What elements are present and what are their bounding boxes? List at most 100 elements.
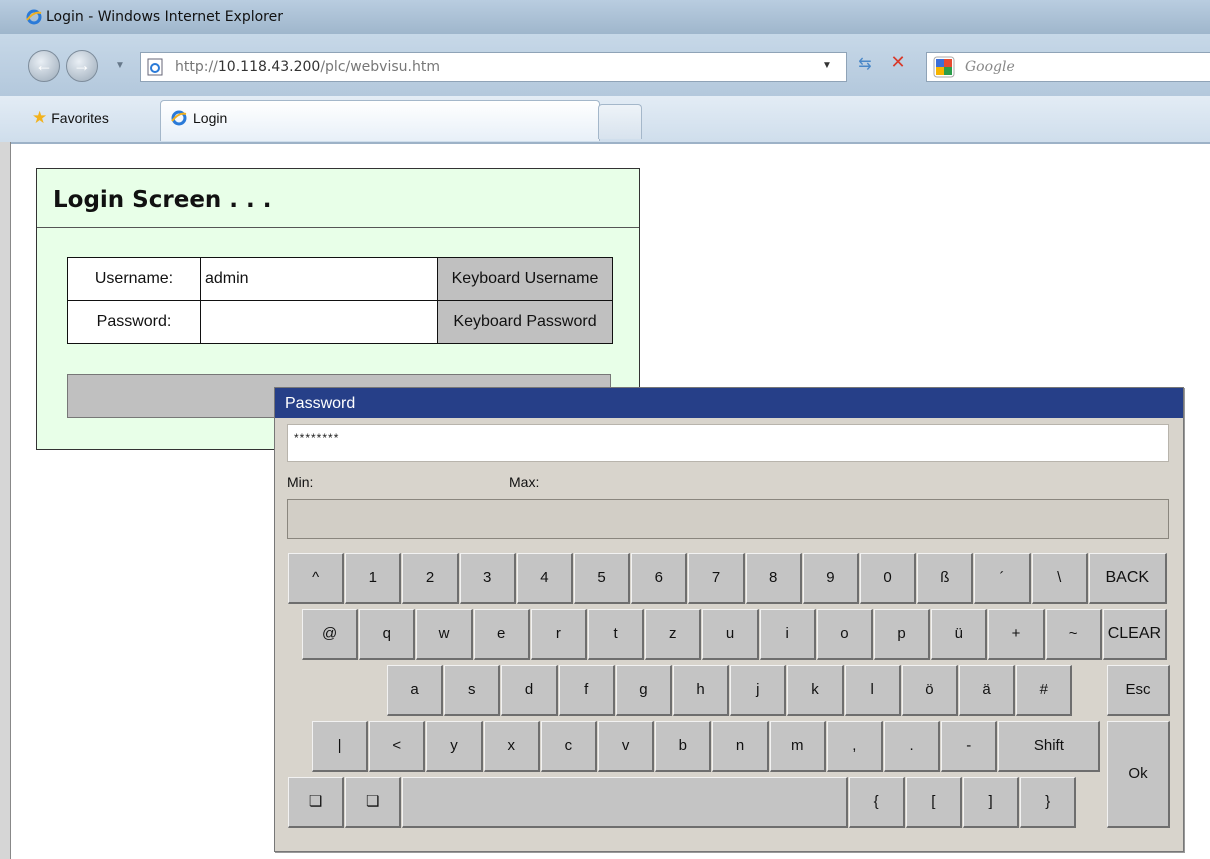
key-g[interactable]: g (615, 665, 672, 716)
key-plus[interactable]: + (988, 609, 1045, 660)
key-ä[interactable]: ä (959, 665, 1016, 716)
keyboard-title: Password (285, 395, 356, 412)
ie-icon (171, 110, 187, 126)
back-button[interactable]: ← (28, 50, 60, 82)
username-field[interactable]: admin (200, 257, 438, 301)
key-back[interactable]: BACK (1088, 553, 1167, 604)
favorites-label: Favorites (51, 110, 109, 126)
window-titlebar: Login - Windows Internet Explorer (0, 0, 1210, 34)
key-bracket-close[interactable]: ] (962, 777, 1020, 828)
key-at[interactable]: @ (302, 609, 359, 660)
key-esc[interactable]: Esc (1107, 665, 1170, 716)
keyboard-input-field[interactable]: ******** (287, 424, 1169, 462)
key-z[interactable]: z (645, 609, 702, 660)
key-6[interactable]: 6 (631, 553, 688, 604)
key-4[interactable]: 4 (516, 553, 573, 604)
key-k[interactable]: k (787, 665, 844, 716)
address-bar[interactable]: http://10.118.43.200/plc/webvisu.htm (140, 52, 847, 82)
key-v[interactable]: v (598, 721, 655, 772)
history-dropdown-icon[interactable]: ▼ (115, 60, 125, 71)
login-title: Login Screen . . . (53, 187, 272, 213)
key-shift[interactable]: Shift (998, 721, 1101, 772)
stop-icon[interactable]: ✕ (886, 52, 910, 78)
key-period[interactable]: . (884, 721, 941, 772)
key-u[interactable]: u (702, 609, 759, 660)
key-b[interactable]: b (655, 721, 712, 772)
key-ü[interactable]: ü (931, 609, 988, 660)
key-e[interactable]: e (473, 609, 530, 660)
credentials-table: Username: admin Keyboard Username Passwo… (67, 257, 613, 344)
key-n[interactable]: n (712, 721, 769, 772)
key-3[interactable]: 3 (459, 553, 516, 604)
key-bracket-open[interactable]: [ (905, 777, 962, 828)
favorites-button[interactable]: ★ Favorites (32, 108, 109, 128)
forward-button[interactable]: → (66, 50, 98, 82)
key-h[interactable]: h (673, 665, 730, 716)
key-0[interactable]: 0 (860, 553, 917, 604)
key-5[interactable]: 5 (574, 553, 631, 604)
key-backslash[interactable]: \ (1031, 553, 1088, 604)
min-label: Min: (287, 474, 314, 490)
username-row: Username: admin Keyboard Username (67, 257, 613, 301)
password-row: Password: Keyboard Password (67, 300, 613, 344)
key-m[interactable]: m (769, 721, 826, 772)
back-arrow-icon: ← (35, 55, 53, 75)
keyboard-password-button[interactable]: Keyboard Password (437, 300, 613, 344)
key-1[interactable]: 1 (345, 553, 402, 604)
refresh-icon[interactable]: ⇆ (852, 54, 878, 78)
address-dropdown-icon[interactable]: ▼ (822, 60, 832, 71)
url-text[interactable]: http://10.118.43.200/plc/webvisu.htm (175, 59, 440, 75)
search-box[interactable]: Google (926, 52, 1210, 82)
key-p[interactable]: p (874, 609, 931, 660)
key-x[interactable]: x (483, 721, 540, 772)
url-host: 10.118.43.200 (217, 59, 321, 75)
key-minus[interactable]: - (941, 721, 998, 772)
key-square[interactable]: ❏ (288, 777, 345, 828)
keyboard-dialog: Password ******** Min: Max: ^ 1 2 3 4 5 6 7 8 9 0 ß… (274, 387, 1184, 852)
key-r[interactable]: r (530, 609, 587, 660)
key-d[interactable]: d (501, 665, 558, 716)
key-ß[interactable]: ß (917, 553, 974, 604)
key-hash[interactable]: # (1016, 665, 1073, 716)
key-acute[interactable]: ´ (974, 553, 1031, 604)
key-q[interactable]: q (359, 609, 416, 660)
key-s[interactable]: s (444, 665, 501, 716)
key-ok[interactable]: Ok (1107, 721, 1170, 828)
key-w[interactable]: w (416, 609, 473, 660)
password-field[interactable] (200, 300, 438, 344)
key-brace-close[interactable]: } (1020, 777, 1077, 828)
key-comma[interactable]: , (826, 721, 883, 772)
key-less-than[interactable]: < (369, 721, 426, 772)
login-divider (37, 227, 639, 228)
key-7[interactable]: 7 (688, 553, 745, 604)
ie-icon (26, 9, 42, 25)
new-tab-button[interactable] (598, 104, 642, 139)
keyboard-username-button[interactable]: Keyboard Username (437, 257, 613, 301)
key-square[interactable]: ❏ (345, 777, 402, 828)
search-placeholder: Google (965, 59, 1015, 75)
key-o[interactable]: o (816, 609, 873, 660)
key-clear[interactable]: CLEAR (1102, 609, 1167, 660)
key-brace-open[interactable]: { (848, 777, 905, 828)
key-pipe[interactable]: | (312, 721, 369, 772)
password-label: Password: (67, 300, 201, 344)
google-icon (933, 56, 955, 78)
key-j[interactable]: j (730, 665, 787, 716)
key-2[interactable]: 2 (402, 553, 459, 604)
tab-login[interactable]: Login (160, 100, 600, 141)
key-tilde[interactable]: ~ (1045, 609, 1102, 660)
key-f[interactable]: f (558, 665, 615, 716)
key-8[interactable]: 8 (745, 553, 802, 604)
key-i[interactable]: i (759, 609, 816, 660)
key-t[interactable]: t (588, 609, 645, 660)
key-9[interactable]: 9 (802, 553, 859, 604)
forward-arrow-icon: → (73, 55, 91, 75)
key-caret[interactable]: ^ (288, 553, 345, 604)
key-c[interactable]: c (540, 721, 597, 772)
keyboard-message-field (287, 499, 1169, 539)
key-l[interactable]: l (844, 665, 901, 716)
key-y[interactable]: y (426, 721, 483, 772)
key-ö[interactable]: ö (901, 665, 958, 716)
key-space[interactable] (402, 777, 848, 828)
key-a[interactable]: a (387, 665, 444, 716)
